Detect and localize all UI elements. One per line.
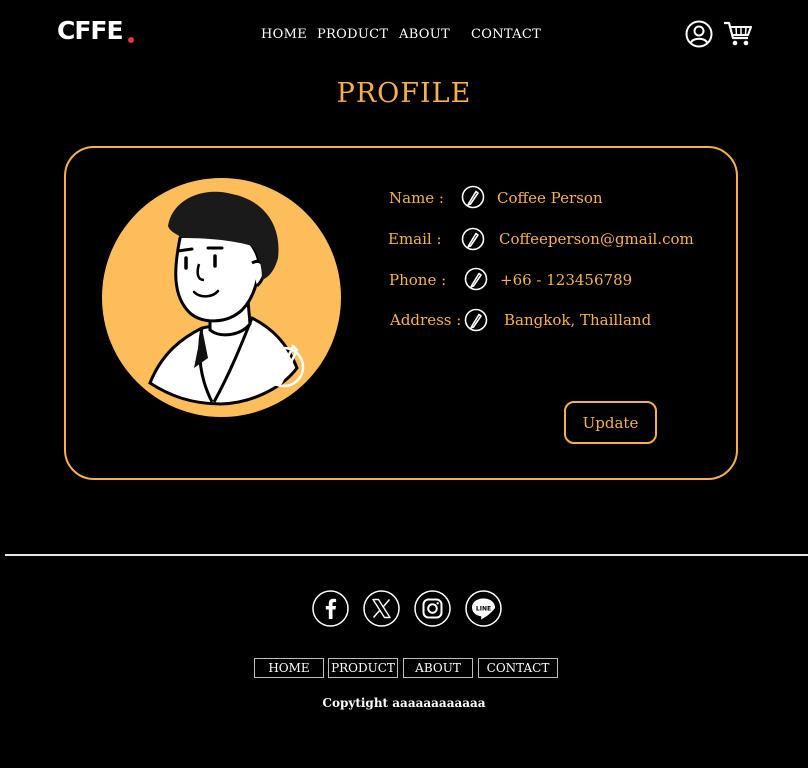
logo-dot [128,37,134,43]
x-icon[interactable] [363,590,400,627]
footer-divider [5,554,808,556]
nav-about[interactable]: ABOUT [399,27,450,42]
footer-nav-home[interactable]: HOME [254,658,324,678]
phone-value: +66 - 123456789 [500,271,633,289]
line-icon-text: LINE [476,606,491,613]
instagram-icon[interactable] [414,590,451,627]
user-icon[interactable] [685,20,713,48]
line-icon[interactable]: LINE [465,590,502,627]
name-value: Coffee Person [497,189,603,207]
facebook-icon[interactable] [312,590,349,627]
phone-label: Phone : [389,271,447,289]
edit-name-icon[interactable] [461,185,485,209]
nav-product[interactable]: PRODUCT [317,27,388,42]
logo[interactable]: CFFE [57,16,124,45]
edit-phone-icon[interactable] [464,267,488,291]
copyright-text: Copytight aaaaaaaaaaaa [322,696,486,710]
footer-nav-product[interactable]: PRODUCT [328,658,398,678]
avatar[interactable] [102,178,341,417]
footer-nav-about[interactable]: ABOUT [403,658,473,678]
nav-contact[interactable]: CONTACT [471,27,541,42]
nav-home[interactable]: HOME [261,27,307,42]
page-title: PROFILE [336,78,472,109]
cart-icon[interactable] [723,19,753,49]
update-button[interactable]: Update [564,401,657,444]
address-value: Bangkok, Thailland [504,311,652,329]
name-label: Name : [389,189,444,207]
footer-nav-contact[interactable]: CONTACT [478,658,558,678]
email-label: Email : [388,230,442,248]
edit-address-icon[interactable] [464,308,488,332]
address-label: Address : [390,311,462,329]
email-value: Coffeeperson@gmail.com [499,230,694,248]
edit-email-icon[interactable] [461,227,485,251]
